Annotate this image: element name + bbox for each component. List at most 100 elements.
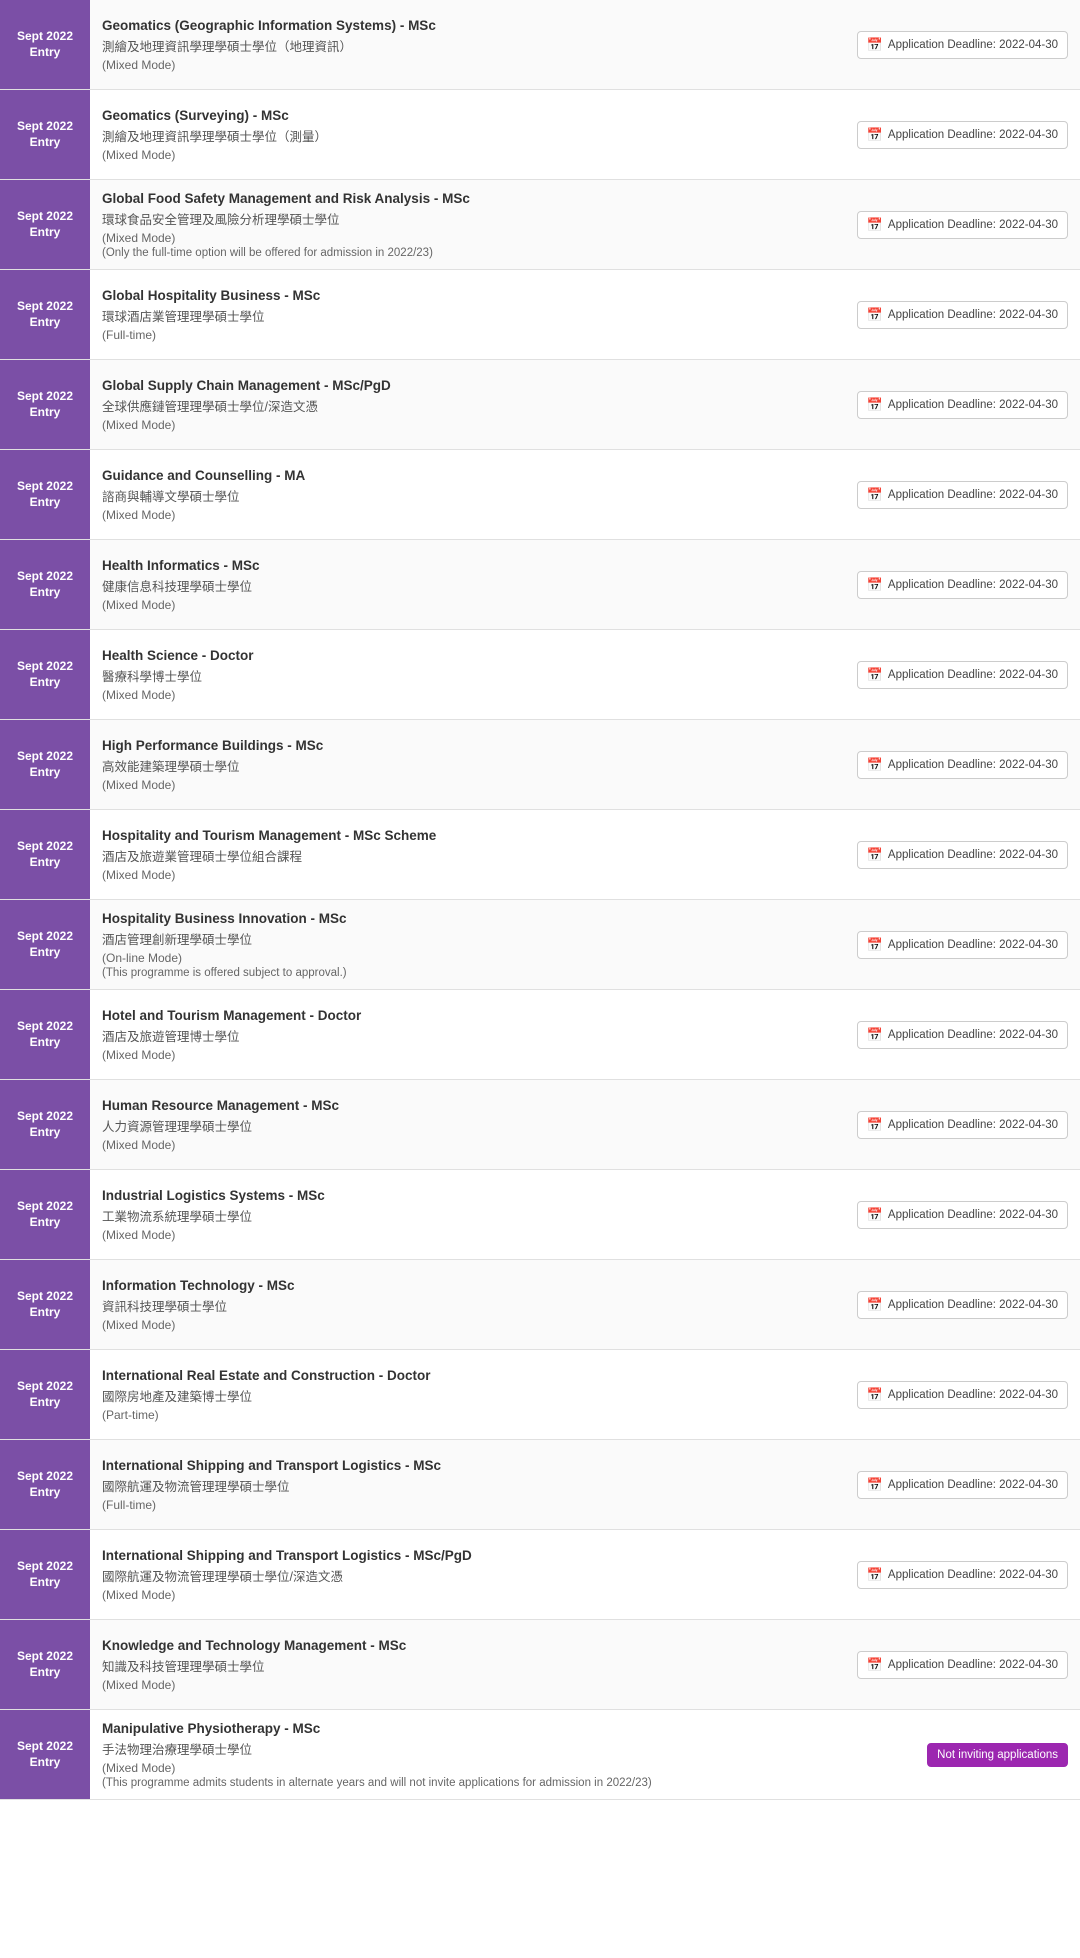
calendar-icon: 📅 [867, 937, 883, 953]
entry-content: Geomatics (Surveying) - MSc測繪及地理資訊學理學碩士學… [90, 90, 860, 179]
list-item: Sept 2022 Entry International Real Estate… [0, 1350, 1080, 1440]
calendar-icon: 📅 [867, 307, 883, 323]
deadline-text: Not inviting applications [937, 1749, 1058, 1761]
entry-label: Sept 2022 Entry [0, 1080, 90, 1169]
deadline-text: Application Deadline: 2022-04-30 [888, 849, 1058, 861]
deadline-badge: 📅Application Deadline: 2022-04-30 [857, 1201, 1068, 1229]
calendar-icon: 📅 [867, 37, 883, 53]
programme-note: (This programme is offered subject to ap… [102, 967, 848, 979]
entry-label: Sept 2022 Entry [0, 990, 90, 1079]
list-item: Sept 2022 EntryGlobal Hospitality Busine… [0, 270, 1080, 360]
deadline-badge: 📅Application Deadline: 2022-04-30 [857, 481, 1068, 509]
entry-content: Hotel and Tourism Management - Doctor酒店及… [90, 990, 860, 1079]
calendar-icon: 📅 [867, 1657, 883, 1673]
deadline-badge: 📅Application Deadline: 2022-04-30 [857, 211, 1068, 239]
calendar-icon: 📅 [867, 1297, 883, 1313]
list-item: Sept 2022 EntryGuidance and Counselling … [0, 450, 1080, 540]
programme-name-en: Industrial Logistics Systems - MSc [102, 1188, 848, 1203]
entry-content: International Shipping and Transport Log… [90, 1530, 860, 1619]
programme-name-en: Global Hospitality Business - MSc [102, 288, 848, 303]
deadline-badge: 📅 Application Deadline: 2022-04-30 [857, 31, 1068, 59]
programme-name-zh: 諮商與輔導文學碩士學位 [102, 486, 848, 505]
list-item: Sept 2022 Entry Human Resource Management… [0, 1080, 1080, 1170]
programme-mode: (Mixed Mode) [102, 1138, 848, 1152]
deadline-column: 📅Application Deadline: 2022-04-30 [860, 1350, 1080, 1439]
entry-content: Health Science - Doctor醫療科學博士學位(Mixed Mo… [90, 630, 860, 719]
deadline-badge: 📅Application Deadline: 2022-04-30 [857, 121, 1068, 149]
deadline-column: 📅 Application Deadline: 2022-04-30 [860, 0, 1080, 89]
calendar-icon: 📅 [867, 1207, 883, 1223]
deadline-badge: 📅Application Deadline: 2022-04-30 [857, 1471, 1068, 1499]
list-item: Sept 2022 EntryHigh Performance Building… [0, 720, 1080, 810]
list-item: Sept 2022 EntryHealth Informatics - MSc健… [0, 540, 1080, 630]
deadline-column: 📅Application Deadline: 2022-04-30 [860, 450, 1080, 539]
programme-name-zh: 全球供應鏈管理理學碩士學位/深造文憑 [102, 396, 848, 415]
deadline-text: Application Deadline: 2022-04-30 [888, 579, 1058, 591]
entry-label: Sept 2022 Entry [0, 720, 90, 809]
deadline-badge: Not inviting applications [927, 1743, 1068, 1767]
programme-name-en: International Shipping and Transport Log… [102, 1548, 848, 1563]
programme-name-en: Geomatics (Geographic Information System… [102, 18, 848, 33]
deadline-text: Application Deadline: 2022-04-30 [888, 219, 1058, 231]
programmes-list: Sept 2022 Entry Geomatics (Geographic Inf… [0, 0, 1080, 1800]
deadline-text: Application Deadline: 2022-04-30 [888, 39, 1058, 51]
programme-note: (This programme admits students in alter… [102, 1777, 848, 1789]
list-item: Sept 2022 EntryGlobal Food Safety Manage… [0, 180, 1080, 270]
deadline-column: 📅Application Deadline: 2022-04-30 [860, 990, 1080, 1079]
programme-mode: (On-line Mode) [102, 951, 848, 965]
programme-name-zh: 資訊科技理學碩士學位 [102, 1296, 848, 1315]
programme-name-zh: 工業物流系統理學碩士學位 [102, 1206, 848, 1225]
deadline-text: Application Deadline: 2022-04-30 [888, 1299, 1058, 1311]
list-item: Sept 2022 EntryGeomatics (Surveying) - M… [0, 90, 1080, 180]
programme-name-zh: 知識及科技管理理學碩士學位 [102, 1656, 848, 1675]
entry-label: Sept 2022 Entry [0, 810, 90, 899]
programme-name-zh: 人力資源管理理學碩士學位 [102, 1116, 848, 1135]
deadline-text: Application Deadline: 2022-04-30 [888, 669, 1058, 681]
programme-mode: (Part-time) [102, 1408, 848, 1422]
programme-mode: (Mixed Mode) [102, 598, 848, 612]
entry-content: Information Technology - MSc資訊科技理學碩士學位(M… [90, 1260, 860, 1349]
deadline-badge: 📅Application Deadline: 2022-04-30 [857, 661, 1068, 689]
entry-label: Sept 2022 Entry [0, 0, 90, 89]
deadline-column: 📅 Application Deadline: 2022-04-30 [860, 540, 1080, 629]
list-item: Sept 2022 EntryInternational Shipping an… [0, 1440, 1080, 1530]
programme-name-zh: 健康信息科技理學碩士學位 [102, 576, 848, 595]
deadline-text: Application Deadline: 2022-04-30 [888, 1569, 1058, 1581]
programme-name-zh: 環球酒店業管理理學碩士學位 [102, 306, 848, 325]
list-item: Sept 2022 EntryHospitality and Tourism M… [0, 810, 1080, 900]
entry-content: Guidance and Counselling - MA 諮商與輔導文學碩士學位… [90, 450, 860, 539]
programme-mode: (Mixed Mode) [102, 231, 848, 245]
deadline-column: 📅Application Deadline: 2022-04-30 [860, 1440, 1080, 1529]
programme-name-en: International Real Estate and Constructi… [102, 1368, 848, 1383]
programme-name-zh: 高效能建築理學碩士學位 [102, 756, 848, 775]
entry-label: Sept 2022 Entry [0, 1350, 90, 1439]
deadline-badge: 📅Application Deadline: 2022-04-30 [857, 1561, 1068, 1589]
entry-label: Sept 2022 Entry [0, 1620, 90, 1709]
list-item: Sept 2022 EntryIndustrial Logistics Syst… [0, 1170, 1080, 1260]
deadline-badge: 📅 Application Deadline: 2022-04-30 [857, 841, 1068, 869]
programme-name-en: Guidance and Counselling - MA [102, 468, 848, 483]
deadline-column: 📅Application Deadline: 2022-04-30 [860, 1530, 1080, 1619]
calendar-icon: 📅 [867, 847, 883, 863]
calendar-icon: 📅 [867, 577, 883, 593]
programme-name-zh: 國際航運及物流管理理學碩士學位 [102, 1476, 848, 1495]
programme-name-en: Global Food Safety Management and Risk A… [102, 191, 848, 206]
programme-mode: (Mixed Mode) [102, 418, 848, 432]
list-item: Sept 2022 EntryHospitality Business Inno… [0, 900, 1080, 990]
entry-label: Sept 2022 Entry [0, 1440, 90, 1529]
programme-name-en: Health Informatics - MSc [102, 558, 848, 573]
deadline-text: Application Deadline: 2022-04-30 [888, 399, 1058, 411]
programme-name-en: Hotel and Tourism Management - Doctor [102, 1008, 848, 1023]
programme-mode: (Full-time) [102, 1498, 848, 1512]
programme-mode: (Mixed Mode) [102, 148, 848, 162]
list-item: Sept 2022 EntryHealth Science - Doctor醫療… [0, 630, 1080, 720]
programme-note: (Only the full-time option will be offer… [102, 247, 848, 259]
programme-name-en: Hospitality Business Innovation - MSc [102, 911, 848, 926]
deadline-badge: 📅Application Deadline: 2022-04-30 [857, 751, 1068, 779]
deadline-badge: 📅Application Deadline: 2022-04-30 [857, 1651, 1068, 1679]
entry-label: Sept 2022 Entry [0, 1710, 90, 1799]
deadline-column: 📅Application Deadline: 2022-04-30 [860, 1170, 1080, 1259]
programme-mode: (Mixed Mode) [102, 1318, 848, 1332]
programme-mode: (Mixed Mode) [102, 1678, 848, 1692]
programme-name-en: Human Resource Management - MSc [102, 1098, 848, 1113]
